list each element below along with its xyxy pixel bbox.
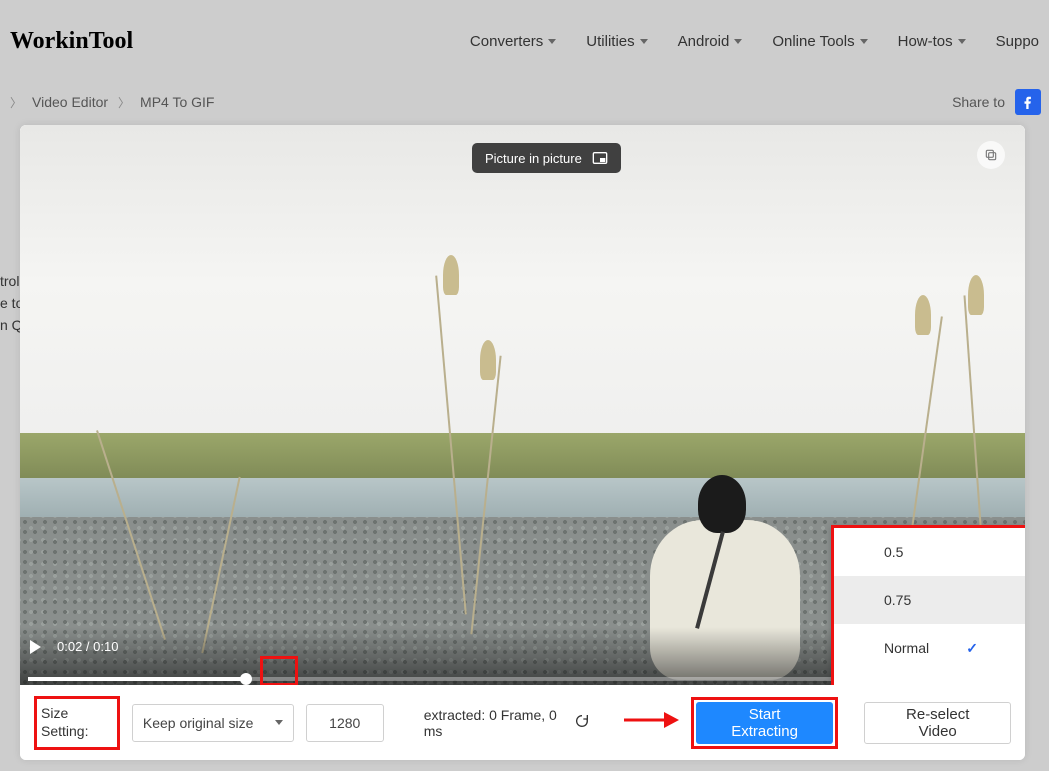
facebook-icon (1021, 95, 1035, 109)
reed-tuft-icon (443, 255, 459, 295)
speed-option-0_75[interactable]: 0.75 (834, 576, 1025, 624)
chevron-right-icon: 〉 (118, 94, 130, 111)
pip-label: Picture in picture (485, 151, 582, 166)
start-extracting-button[interactable]: Start Extracting (696, 702, 834, 744)
footer-toolbar: Size Setting: Keep original size extract… (20, 685, 1025, 760)
breadcrumb-item[interactable]: Video Editor (32, 94, 108, 110)
size-setting-select[interactable]: Keep original size (132, 704, 294, 742)
breadcrumb-bar: 〉 Video Editor 〉 MP4 To GIF Share to (0, 82, 1049, 122)
size-setting-label: Size Setting: (41, 705, 88, 739)
chevron-down-icon (548, 39, 556, 44)
nav-online-tools[interactable]: Online Tools (772, 33, 867, 50)
extracted-status: extracted: 0 Frame, 0 ms (424, 707, 590, 739)
chevron-down-icon (640, 39, 648, 44)
nav-label: Converters (470, 33, 543, 50)
annotation-highlight: Start Extracting (691, 697, 839, 749)
share-to-label: Share to (952, 94, 1005, 110)
check-icon: ✓ (966, 640, 978, 657)
video-progress-fill (28, 677, 246, 681)
top-nav: Converters Utilities Android Online Tool… (470, 33, 1039, 50)
facebook-share-button[interactable] (1015, 89, 1041, 115)
main-panel: Picture in picture 0:02 / 0:10 0.5 0.75 … (20, 125, 1025, 760)
header: WorkinTool Converters Utilities Android … (0, 0, 1049, 82)
chevron-down-icon (860, 39, 868, 44)
refresh-button[interactable] (574, 713, 590, 732)
play-icon[interactable] (30, 640, 41, 654)
reed-tuft-icon (915, 295, 931, 335)
reed-tuft-icon (480, 340, 496, 380)
speed-option-0_5[interactable]: 0.5 (834, 528, 1025, 576)
video-time: 0:02 / 0:10 (57, 639, 118, 654)
nav-utilities[interactable]: Utilities (586, 33, 647, 50)
chevron-right-icon: 〉 (10, 94, 22, 111)
nav-label: How-tos (898, 33, 953, 50)
reselect-video-button[interactable]: Re-select Video (864, 702, 1011, 744)
pip-icon (592, 150, 608, 166)
chevron-down-icon (734, 39, 742, 44)
speed-option-1_25[interactable]: 1.25 (834, 672, 1025, 685)
nav-label: Suppo (996, 33, 1039, 50)
nav-converters[interactable]: Converters (470, 33, 556, 50)
nav-support[interactable]: Suppo (996, 33, 1039, 50)
chevron-down-icon (275, 720, 283, 725)
select-value: Keep original size (143, 715, 254, 731)
video-player[interactable]: Picture in picture 0:02 / 0:10 0.5 0.75 … (20, 125, 1025, 685)
picture-in-picture-button[interactable]: Picture in picture (472, 143, 621, 173)
nav-how-tos[interactable]: How-tos (898, 33, 966, 50)
breadcrumb-item[interactable]: MP4 To GIF (140, 94, 214, 110)
playback-speed-menu: 0.5 0.75 Normal✓ 1.25 1.5 (831, 525, 1025, 685)
video-progress-thumb[interactable] (240, 673, 252, 685)
reed-tuft-icon (968, 275, 984, 315)
copy-frames-button[interactable] (977, 141, 1005, 169)
nav-label: Android (678, 33, 730, 50)
nav-label: Utilities (586, 33, 634, 50)
speed-option-normal[interactable]: Normal✓ (834, 624, 1025, 672)
nav-label: Online Tools (772, 33, 854, 50)
copy-icon (984, 148, 998, 162)
share-area: Share to (952, 89, 1041, 115)
logo: WorkinTool (10, 28, 133, 55)
annotation-highlight: Size Setting: (34, 696, 120, 750)
annotation-arrow-icon (624, 710, 679, 735)
refresh-icon (574, 713, 590, 729)
chevron-down-icon (958, 39, 966, 44)
nav-android[interactable]: Android (678, 33, 743, 50)
annotation-highlight (260, 656, 298, 685)
width-input[interactable] (306, 704, 384, 742)
